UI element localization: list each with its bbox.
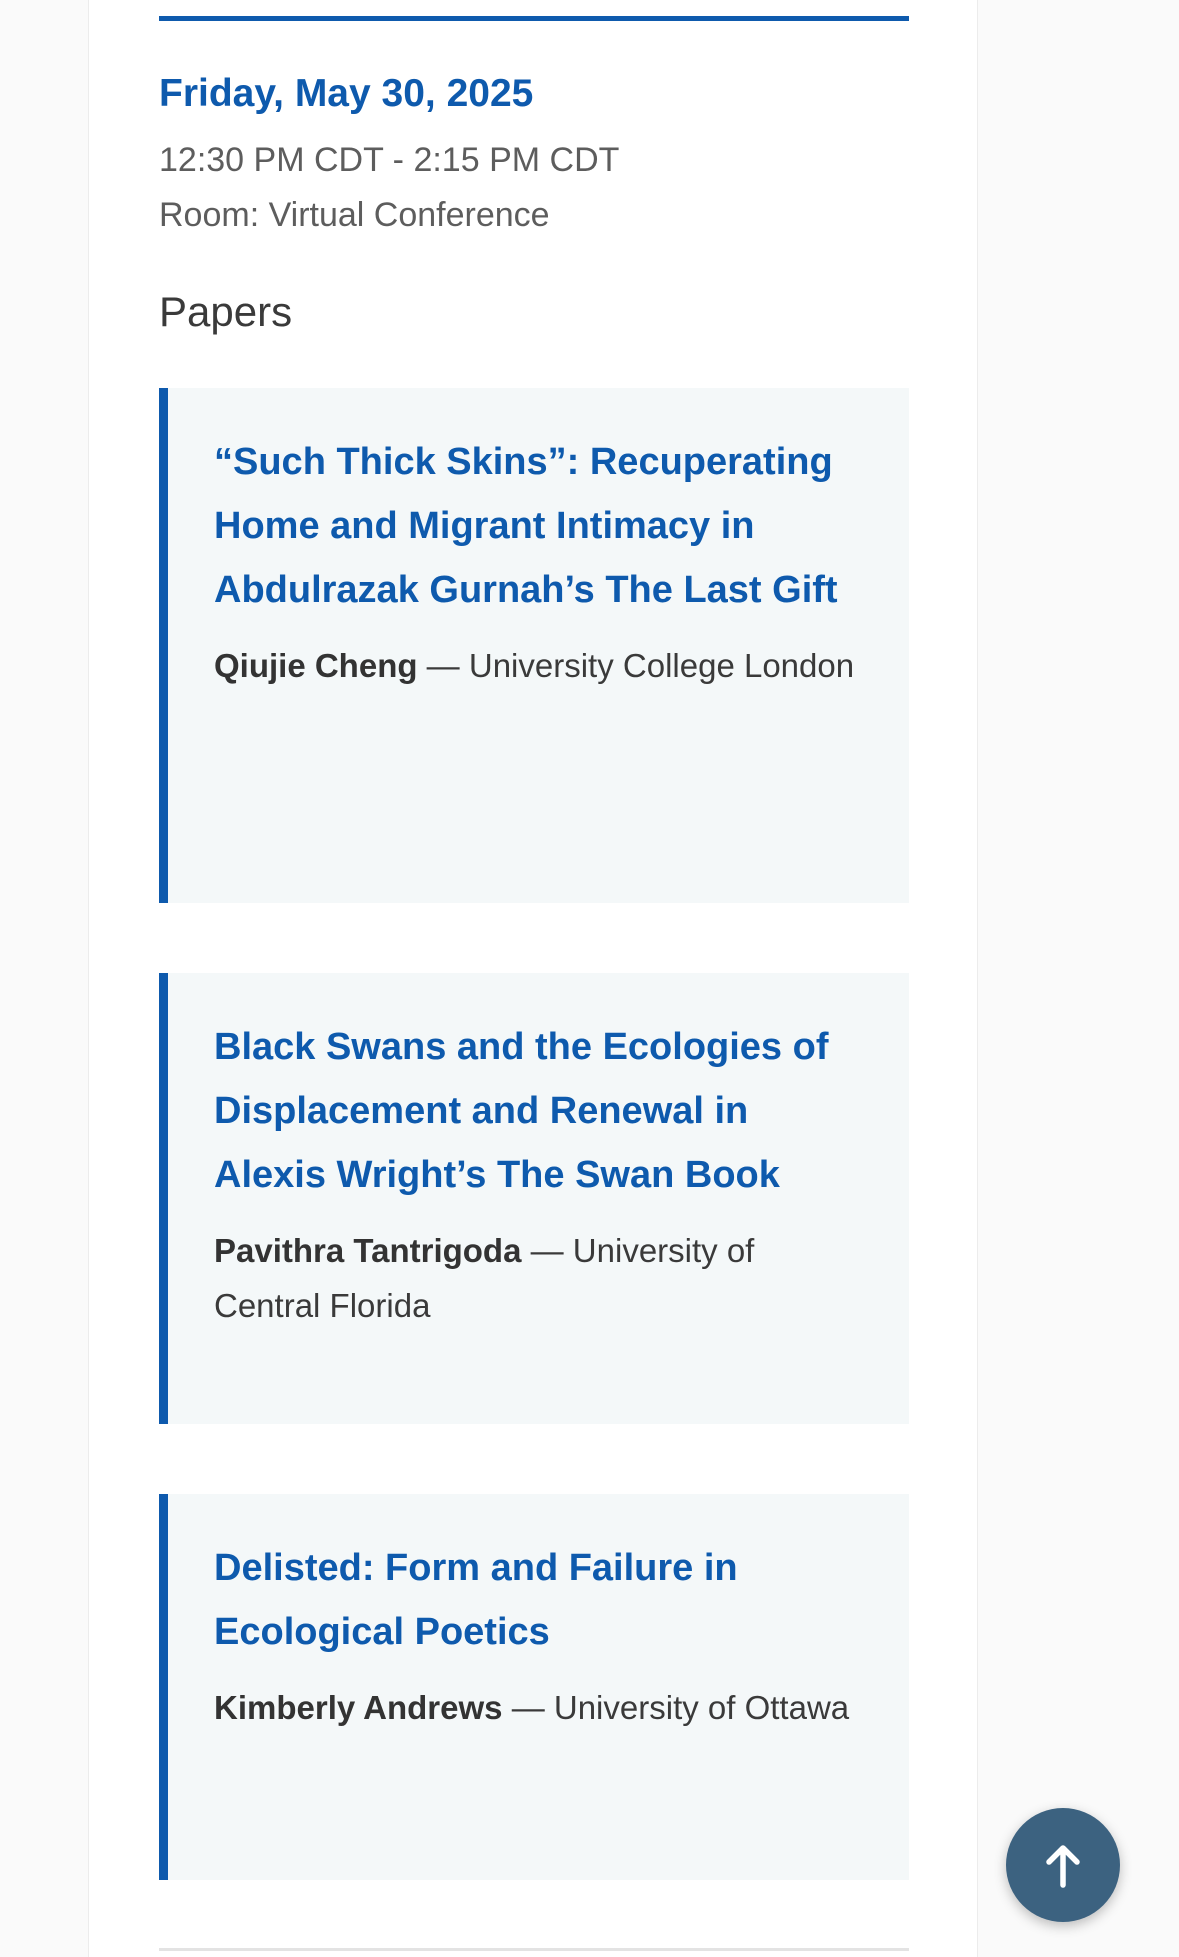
paper-author-line: Kimberly Andrews — University of Ottawa: [214, 1680, 869, 1735]
back-to-top-button[interactable]: [1006, 1808, 1120, 1922]
paper-card: “Such Thick Skins”: Recuperating Home an…: [159, 388, 909, 903]
arrow-up-icon: [1046, 1845, 1080, 1888]
session-date: Friday, May 30, 2025: [159, 72, 534, 115]
paper-card: Black Swans and the Ecologies of Displac…: [159, 973, 909, 1424]
paper-card: Delisted: Form and Failure in Ecological…: [159, 1494, 909, 1880]
paper-title-link[interactable]: Delisted: Form and Failure in Ecological…: [214, 1536, 869, 1664]
paper-author-name: Qiujie Cheng: [214, 647, 418, 684]
page-container: Friday, May 30, 2025 12:30 PM CDT - 2:15…: [88, 0, 978, 1957]
paper-author-name: Kimberly Andrews: [214, 1689, 503, 1726]
session-top-divider: [159, 16, 909, 21]
paper-author-affiliation: University College London: [468, 647, 855, 684]
paper-title-link[interactable]: Black Swans and the Ecologies of Displac…: [214, 1015, 869, 1207]
paper-author-line: Qiujie Cheng — University College London: [214, 638, 869, 693]
author-separator: —: [502, 1689, 554, 1726]
paper-author-line: Pavithra Tantrigoda — University of Cent…: [214, 1223, 869, 1333]
paper-author-name: Pavithra Tantrigoda: [214, 1232, 522, 1269]
author-separator: —: [417, 647, 469, 684]
author-separator: —: [521, 1232, 573, 1269]
session-bottom-divider: [159, 1948, 909, 1951]
session-time: 12:30 PM CDT - 2:15 PM CDT: [159, 141, 620, 179]
session-room: Room: Virtual Conference: [159, 196, 550, 234]
paper-author-affiliation: University of Ottawa: [553, 1689, 850, 1726]
papers-heading: Papers: [159, 288, 293, 335]
paper-title-link[interactable]: “Such Thick Skins”: Recuperating Home an…: [214, 430, 869, 622]
